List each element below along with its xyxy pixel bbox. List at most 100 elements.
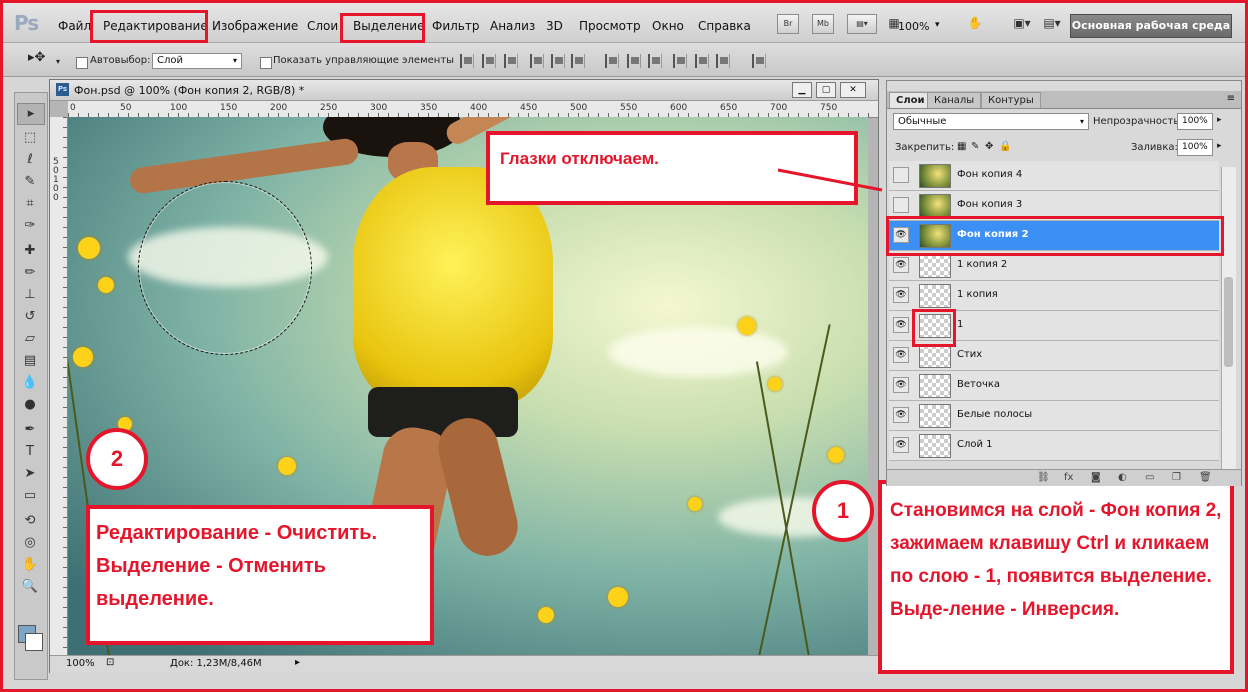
- layer-row[interactable]: Фон копия 3: [889, 191, 1219, 221]
- zoom-level[interactable]: 100%: [898, 20, 929, 33]
- menu-help[interactable]: Справка: [698, 19, 751, 33]
- autoselect-checkbox[interactable]: [76, 57, 88, 69]
- type-tool-icon[interactable]: T: [17, 442, 43, 462]
- move-tool-icon[interactable]: ▸✥: [28, 50, 45, 65]
- layer-row[interactable]: 👁 1: [889, 311, 1219, 341]
- eye-visibility-icon[interactable]: 👁: [893, 347, 909, 363]
- distribute-vcenter-icon[interactable]: [627, 54, 641, 68]
- autoselect-select[interactable]: Слой ▾: [152, 53, 242, 69]
- distribute-hcenter-icon[interactable]: [695, 54, 709, 68]
- layer-row[interactable]: 👁 Слой 1: [889, 431, 1219, 461]
- menu-analysis[interactable]: Анализ: [490, 19, 535, 33]
- menu-select[interactable]: Выделение: [353, 19, 424, 33]
- menu-edit[interactable]: Редактирование: [103, 19, 208, 33]
- distribute-top-icon[interactable]: [605, 54, 619, 68]
- layer-row[interactable]: 👁 1 копия 2: [889, 251, 1219, 281]
- lasso-tool-icon[interactable]: ℓ: [17, 150, 43, 170]
- lock-position-icon[interactable]: ✥: [985, 141, 993, 152]
- shape-tool-icon[interactable]: ▭: [17, 486, 43, 506]
- close-button[interactable]: ✕: [840, 82, 866, 98]
- menu-image[interactable]: Изображение: [212, 19, 298, 33]
- layer-row[interactable]: Фон копия 4: [889, 161, 1219, 191]
- align-vcenter-icon[interactable]: [482, 54, 496, 68]
- mini-bridge-button[interactable]: Mb: [812, 14, 834, 34]
- screen-mode-icon[interactable]: ▣▾: [1008, 14, 1036, 32]
- show-controls-checkbox[interactable]: [260, 57, 272, 69]
- menu-3d[interactable]: 3D: [546, 19, 563, 33]
- move-tool-icon[interactable]: ▸: [17, 103, 45, 125]
- workspace-button[interactable]: Основная рабочая среда: [1070, 14, 1232, 38]
- eye-visibility-icon[interactable]: 👁: [893, 287, 909, 303]
- layer-row[interactable]: 👁 Белые полосы: [889, 401, 1219, 431]
- crop-tool-icon[interactable]: ⌗: [17, 194, 43, 214]
- blur-tool-icon[interactable]: 💧: [17, 373, 43, 393]
- gradient-tool-icon[interactable]: ▤: [17, 351, 43, 371]
- film-strip-icon[interactable]: ▤▾: [847, 14, 877, 34]
- align-right-icon[interactable]: [571, 54, 585, 68]
- circular-selection-marquee[interactable]: [138, 181, 312, 355]
- adjustment-icon[interactable]: ◐: [1118, 472, 1127, 483]
- opacity-input[interactable]: 100%: [1177, 113, 1213, 130]
- path-select-icon[interactable]: ➤: [17, 464, 43, 484]
- maximize-button[interactable]: ▢: [816, 82, 836, 98]
- fill-dropdown-icon[interactable]: ▸: [1217, 141, 1222, 151]
- scroll-thumb[interactable]: [1224, 277, 1233, 367]
- healing-brush-icon[interactable]: ✚: [17, 241, 43, 261]
- zoom-tool-icon[interactable]: 🔍: [17, 577, 43, 597]
- layer-row[interactable]: 👁 Стих: [889, 341, 1219, 371]
- 3d-orbit-icon[interactable]: ◎: [17, 533, 43, 553]
- lock-transparency-icon[interactable]: ▦: [957, 141, 966, 152]
- menu-window[interactable]: Окно: [652, 19, 684, 33]
- mask-icon[interactable]: ◙: [1091, 472, 1101, 483]
- eye-visibility-icon[interactable]: 👁: [893, 407, 909, 423]
- lock-all-icon[interactable]: 🔒: [999, 141, 1011, 152]
- tab-channels[interactable]: Каналы: [927, 92, 982, 108]
- tool-preset-dropdown-icon[interactable]: ▾: [56, 57, 60, 66]
- status-zoom[interactable]: 100%: [66, 658, 95, 669]
- eyedropper-tool-icon[interactable]: ✑: [17, 216, 43, 236]
- layer-row[interactable]: 👁 Фон копия 2: [889, 221, 1219, 251]
- eye-visibility-icon[interactable]: [893, 167, 909, 183]
- pen-tool-icon[interactable]: ✒: [17, 420, 43, 440]
- quick-select-tool-icon[interactable]: ✎: [17, 172, 43, 192]
- bridge-button[interactable]: Br: [777, 14, 799, 34]
- menu-layers[interactable]: Слои: [307, 19, 338, 33]
- zoom-dropdown-icon[interactable]: ▾: [935, 20, 940, 30]
- hand-tool-icon[interactable]: ✋: [17, 555, 43, 575]
- status-info-icon[interactable]: ⊡: [106, 657, 114, 668]
- opacity-dropdown-icon[interactable]: ▸: [1217, 115, 1222, 125]
- menu-view[interactable]: Просмотр: [579, 19, 641, 33]
- group-icon[interactable]: ▭: [1145, 472, 1154, 483]
- align-top-icon[interactable]: [460, 54, 474, 68]
- trash-icon[interactable]: 🗑: [1199, 472, 1212, 483]
- layer-row[interactable]: 👁 1 копия: [889, 281, 1219, 311]
- history-brush-icon[interactable]: ↺: [17, 307, 43, 327]
- eye-visibility-icon[interactable]: 👁: [893, 317, 909, 333]
- menu-filter[interactable]: Фильтр: [432, 19, 479, 33]
- minimize-button[interactable]: ▁: [792, 82, 812, 98]
- 3d-rotate-icon[interactable]: ⟲: [17, 511, 43, 531]
- dodge-tool-icon[interactable]: ●: [17, 395, 43, 415]
- link-icon[interactable]: ⛓: [1037, 472, 1050, 483]
- panel-menu-icon[interactable]: ≡: [1227, 93, 1235, 104]
- brush-tool-icon[interactable]: ✏: [17, 263, 43, 283]
- menu-file[interactable]: Файл: [58, 19, 91, 33]
- new-layer-icon[interactable]: ❐: [1172, 472, 1181, 483]
- eye-visibility-icon[interactable]: 👁: [893, 227, 909, 243]
- marquee-tool-icon[interactable]: ⬚: [17, 128, 43, 148]
- layers-scrollbar[interactable]: [1221, 167, 1236, 469]
- tab-paths[interactable]: Контуры: [981, 92, 1041, 108]
- distribute-bottom-icon[interactable]: [648, 54, 662, 68]
- align-bottom-icon[interactable]: [504, 54, 518, 68]
- eye-visibility-icon[interactable]: [893, 197, 909, 213]
- document-tab[interactable]: Ps Фон.psd @ 100% (Фон копия 2, RGB/8) *…: [50, 80, 878, 101]
- blend-mode-select[interactable]: Обычные ▾: [893, 113, 1089, 130]
- status-arrow-icon[interactable]: ▸: [295, 657, 300, 668]
- align-hcenter-icon[interactable]: [551, 54, 565, 68]
- auto-align-icon[interactable]: [752, 54, 766, 68]
- eraser-tool-icon[interactable]: ▱: [17, 329, 43, 349]
- distribute-right-icon[interactable]: [716, 54, 730, 68]
- background-color-swatch[interactable]: [25, 633, 43, 651]
- eye-visibility-icon[interactable]: 👁: [893, 377, 909, 393]
- eye-visibility-icon[interactable]: 👁: [893, 257, 909, 273]
